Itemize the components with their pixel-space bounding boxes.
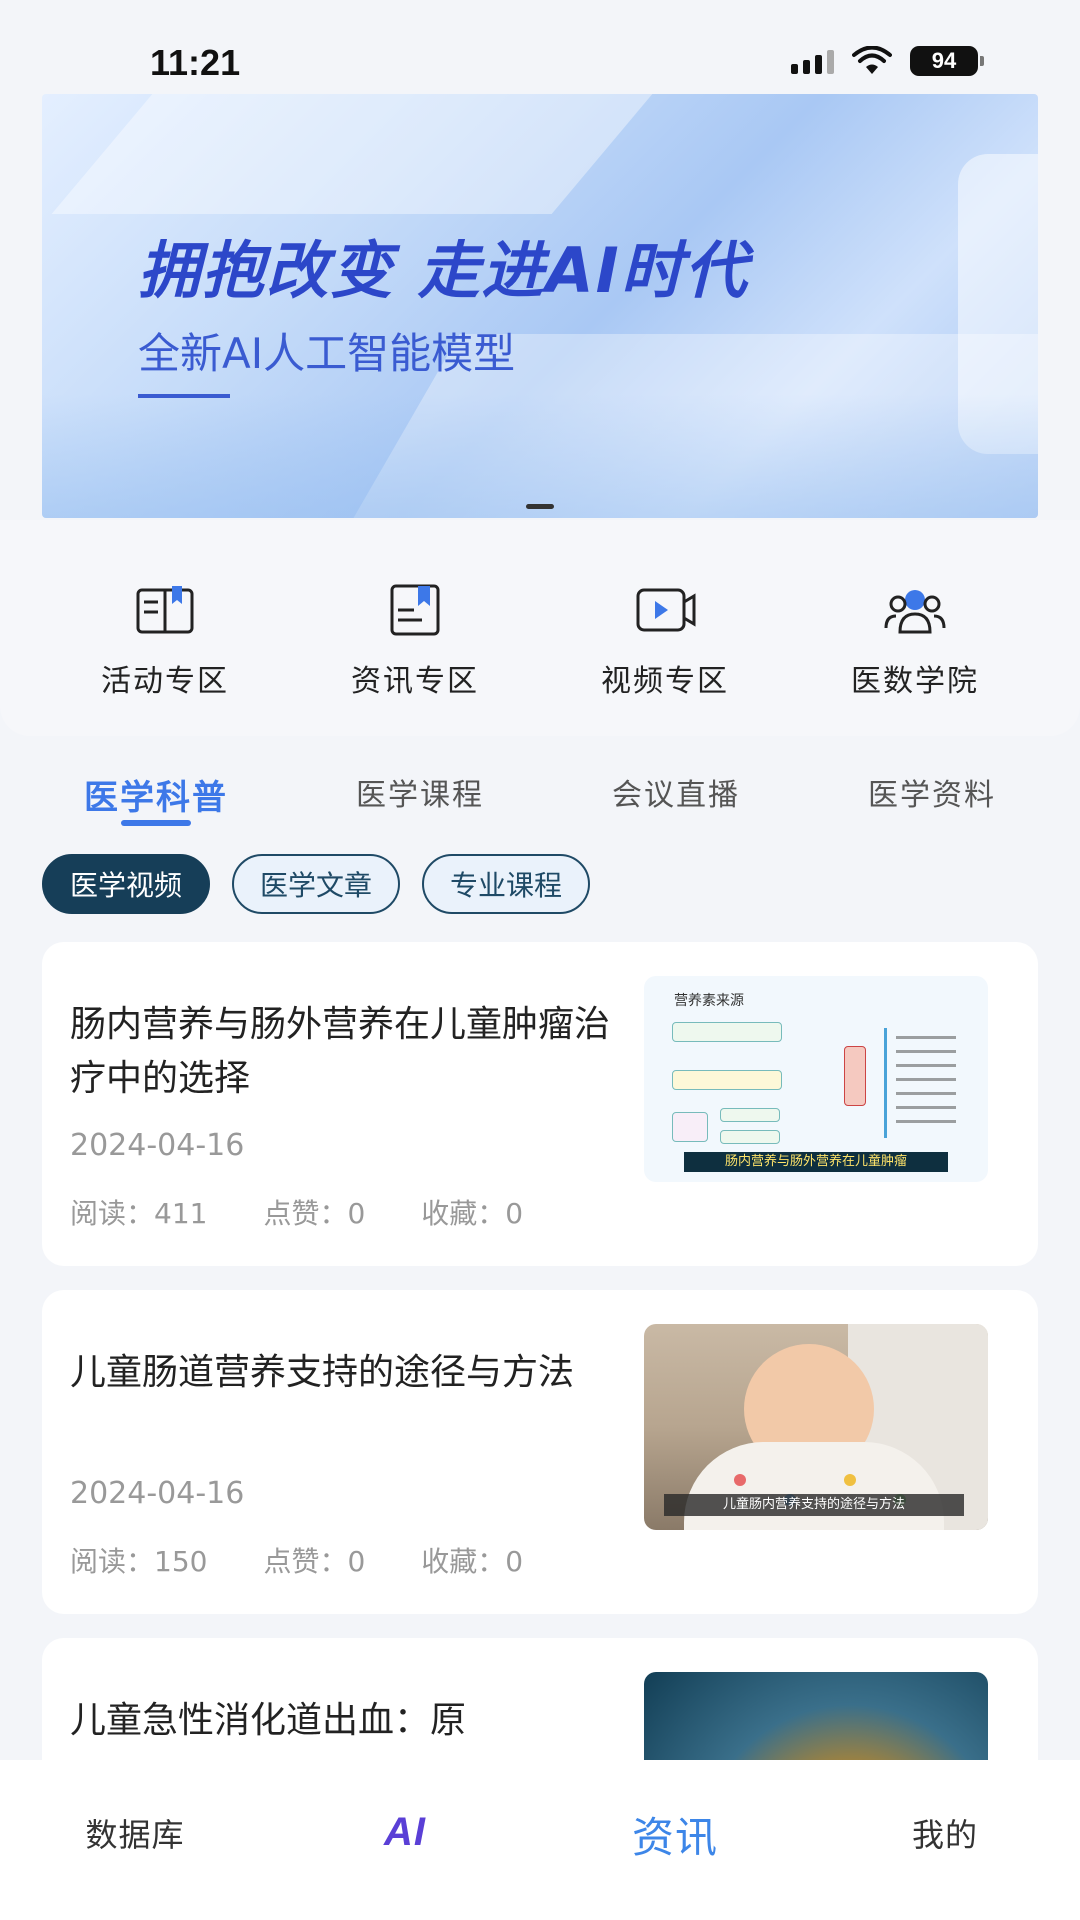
shortcut-video[interactable]: 视频专区 — [565, 580, 765, 736]
shortcut-label: 视频专区 — [601, 664, 729, 699]
tab-conference-live[interactable]: 会议直播 — [612, 760, 740, 840]
tab-medical-science[interactable]: 医学科普 — [84, 760, 228, 840]
wifi-icon — [852, 46, 892, 74]
article-date: 2024-04-16 — [70, 1476, 245, 1511]
article-date: 2024-04-16 — [70, 1128, 245, 1163]
battery-icon: 94 — [910, 46, 984, 76]
favorite-count: 收藏：0 — [421, 1545, 524, 1578]
shortcut-activity[interactable]: 活动专区 — [65, 580, 265, 736]
chip-professional-course[interactable]: 专业课程 — [422, 854, 591, 914]
chip-medical-article[interactable]: 医学文章 — [232, 854, 401, 914]
thumbnail-caption: 肠内营养与肠外营养在儿童肿瘤 — [684, 1152, 948, 1172]
article-title: 儿童急性消化道出血：原 — [70, 1700, 467, 1741]
cellular-signal-icon — [791, 48, 834, 74]
article-stats: 阅读：150 点赞：0 收藏：0 — [70, 1540, 579, 1580]
read-count: 阅读：150 — [70, 1545, 208, 1578]
video-icon — [636, 588, 696, 632]
shortcut-label: 医数学院 — [851, 664, 979, 699]
open-book-icon — [136, 586, 194, 634]
bottom-nav: 数据库 AI 资讯 我的 — [0, 1760, 1080, 1920]
tab-indicator — [121, 820, 191, 826]
shortcut-grid: 活动专区 资讯专区 视频专区 医数学院 — [0, 520, 1080, 736]
article-stats: 阅读：411 点赞：0 收藏：0 — [70, 1192, 579, 1232]
carousel-indicator — [526, 504, 554, 509]
article-card[interactable]: 儿童肠道营养支持的途径与方法 2024-04-16 阅读：150 点赞：0 收藏… — [42, 1290, 1038, 1614]
like-count: 点赞：0 — [263, 1545, 366, 1578]
category-tabs: 医学科普 医学课程 会议直播 医学资料 — [0, 760, 1080, 840]
shortcut-news[interactable]: 资讯专区 — [315, 580, 515, 736]
chip-medical-video[interactable]: 医学视频 — [42, 854, 211, 914]
nav-ai[interactable]: AI — [305, 1810, 505, 1855]
status-icons: 94 — [791, 46, 984, 76]
tab-medical-courses[interactable]: 医学课程 — [356, 760, 484, 840]
shortcut-label: 资讯专区 — [351, 664, 479, 699]
filter-chips: 医学视频 医学文章 专业课程 — [42, 854, 591, 914]
article-thumbnail: 营养素来源 肠内营养与肠外营养在儿童肿瘤 — [644, 976, 988, 1182]
like-count: 点赞：0 — [263, 1197, 366, 1230]
read-count: 阅读：411 — [70, 1197, 208, 1230]
banner-divider — [138, 394, 230, 398]
bookmarked-book-icon — [390, 584, 440, 636]
promo-banner[interactable]: 拥抱改变 走进AI时代 全新AI人工智能模型 — [42, 94, 1038, 518]
banner-subtitle: 全新AI人工智能模型 — [138, 329, 516, 378]
article-thumbnail: 儿童肠内营养支持的途径与方法 — [644, 1324, 988, 1530]
article-title: 肠内营养与肠外营养在儿童肿瘤治疗中的选择 — [70, 1004, 611, 1099]
status-bar: 11:21 94 — [0, 0, 1080, 92]
shortcut-label: 活动专区 — [101, 664, 229, 699]
nav-news[interactable]: 资讯 — [575, 1804, 775, 1865]
tab-medical-materials[interactable]: 医学资料 — [868, 760, 996, 840]
favorite-count: 收藏：0 — [421, 1197, 524, 1230]
shortcut-academy[interactable]: 医数学院 — [815, 580, 1015, 736]
thumbnail-header: 营养素来源 — [674, 993, 744, 1009]
battery-level: 94 — [910, 46, 978, 76]
thumbnail-caption: 儿童肠内营养支持的途径与方法 — [664, 1494, 964, 1516]
status-time: 11:21 — [150, 42, 241, 83]
group-icon — [884, 590, 946, 634]
article-card[interactable]: 肠内营养与肠外营养在儿童肿瘤治疗中的选择 2024-04-16 阅读：411 点… — [42, 942, 1038, 1266]
nav-profile[interactable]: 我的 — [845, 1810, 1045, 1856]
article-title: 儿童肠道营养支持的途径与方法 — [70, 1352, 575, 1393]
nav-database[interactable]: 数据库 — [35, 1810, 235, 1856]
banner-title: 拥抱改变 走进AI时代 — [138, 234, 749, 307]
